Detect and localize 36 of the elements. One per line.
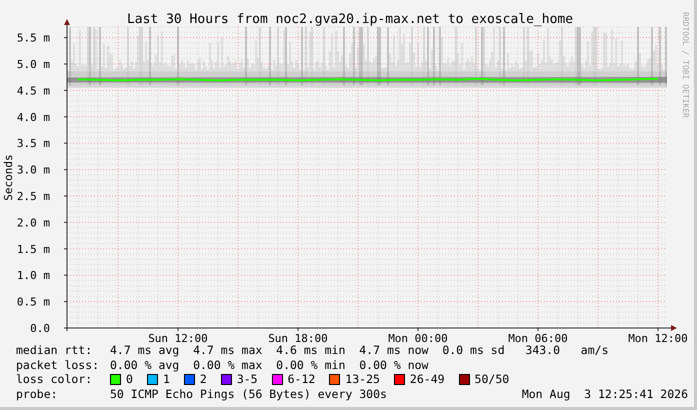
y-tick-label: 5.5 m <box>16 32 50 45</box>
loss-range-label: 13-25 <box>345 372 380 386</box>
chart-title: Last 30 Hours from noc2.gva20.ip-max.net to exoscale_home <box>126 12 574 27</box>
timestamp: Mon Aug 3 12:25:41 2026 <box>522 387 688 402</box>
y-tick-label: 3.0 m <box>16 164 50 177</box>
x-tick-label: Sun 18:00 <box>268 332 328 343</box>
y-tick-label: 2.0 m <box>16 216 50 230</box>
loss-range-label: 50/50 <box>474 372 510 386</box>
x-tick-label: Mon 00:00 <box>388 332 448 343</box>
loss-range-label: 0 <box>126 372 133 386</box>
y-tick-label: 3.5 m <box>16 137 50 150</box>
y-tick-label: 0.0 <box>30 322 50 335</box>
loss-range-label: 2 <box>200 372 207 386</box>
loss-range-label: 1 <box>162 372 170 386</box>
legend-label: packet loss: <box>16 358 100 372</box>
y-tick-label: 4.0 m <box>16 110 50 124</box>
credit-text: RRDTOOL / TOBI OETIKER <box>681 12 690 118</box>
y-tick-label: 0.5 m <box>16 296 50 309</box>
loss-range-label: 26-49 <box>410 372 445 386</box>
y-axis-label: Seconds <box>2 154 15 201</box>
y-tick-label: 1.0 m <box>16 269 50 282</box>
legend-label: loss color: <box>16 372 94 386</box>
x-tick-label: Sun 12:00 <box>148 332 208 343</box>
stat-text: 0.00 % avg 0.00 % max 0.00 % min 0.00 % now <box>110 358 428 372</box>
stat-text: 4.7 ms avg 4.7 ms max 4.6 ms min 4.7 ms now 0.0 ms sd 343.0 am/s <box>110 343 608 358</box>
legend-label: probe: <box>16 387 59 402</box>
probe-text: 50 ICMP Echo Pings (56 Bytes) every 300s <box>110 387 387 402</box>
x-tick-label: Mon 12:00 <box>628 332 688 343</box>
y-tick-label: 5.0 m <box>16 58 50 71</box>
y-tick-label: 1.5 m <box>16 242 50 256</box>
y-tick-label: 4.5 m <box>16 84 50 98</box>
x-tick-label: Mon 06:00 <box>508 332 568 343</box>
y-tick-label: 2.5 m <box>16 190 50 203</box>
loss-range-label: 3-5 <box>236 372 258 386</box>
loss-range-label: 6-12 <box>288 372 316 386</box>
legend-label: median rtt: <box>16 343 94 358</box>
